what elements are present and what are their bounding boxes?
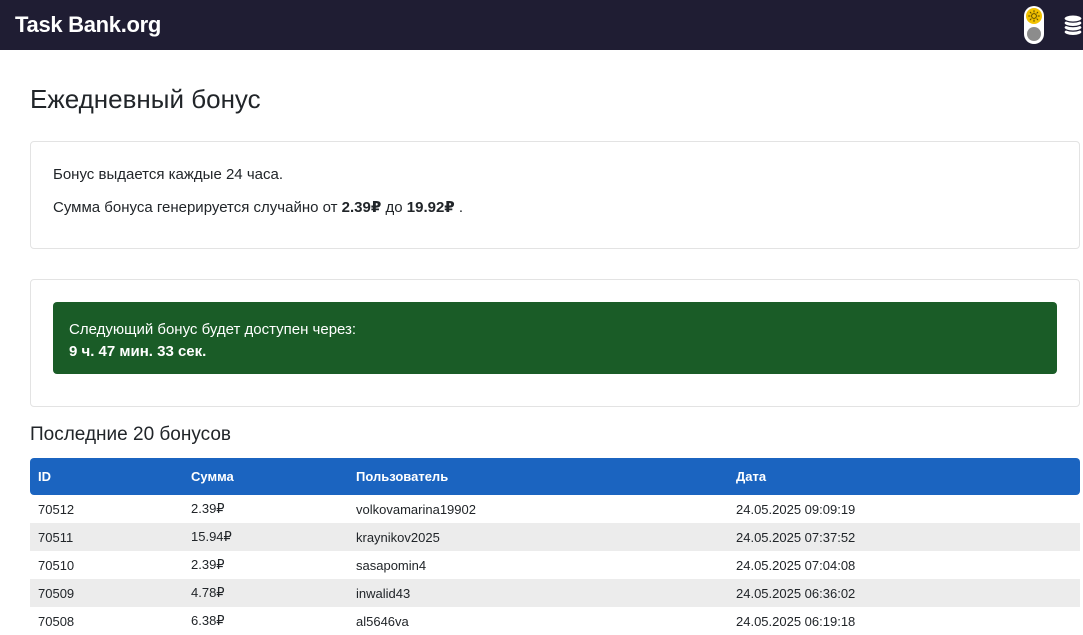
- cell-date: 24.05.2025 07:04:08: [736, 557, 856, 573]
- bonus-range-prefix: Сумма бонуса генерируется случайно от: [53, 199, 338, 216]
- recent-bonuses-table: ID Сумма Пользователь Дата 70512 2.39₽ v…: [30, 458, 1080, 635]
- bonus-interval-text: Бонус выдается каждые 24 часа.: [53, 166, 283, 183]
- cell-amount: 4.78₽: [191, 585, 225, 600]
- recent-bonuses-title: Последние 20 бонусов: [30, 424, 232, 445]
- cell-amount: 6.38₽: [191, 613, 225, 628]
- table-row: 70508 6.38₽ al5646va 24.05.2025 06:19:18: [30, 607, 1080, 635]
- bonus-min-amount: 2.39₽: [341, 199, 382, 216]
- cell-user: volkovamarina19902: [356, 501, 476, 517]
- sun-icon: [1026, 8, 1042, 24]
- cell-user: al5646va: [356, 613, 409, 629]
- cell-amount: 2.39₽: [191, 501, 225, 516]
- cell-amount: 15.94₽: [191, 529, 232, 544]
- table-header: ID Сумма Пользователь Дата: [30, 458, 1080, 495]
- cell-date: 24.05.2025 06:36:02: [736, 585, 856, 601]
- cell-date: 24.05.2025 09:09:19: [736, 501, 856, 517]
- column-header-date: Дата: [736, 469, 767, 484]
- cell-id: 70508: [38, 613, 75, 629]
- bonus-timer-card: Следующий бонус будет доступен через: 9 …: [30, 279, 1080, 407]
- bonus-range-text: Сумма бонуса генерируется случайно от 2.…: [53, 198, 463, 216]
- next-bonus-label: Следующий бонус будет доступен через:: [69, 321, 357, 338]
- next-bonus-alert: Следующий бонус будет доступен через: 9 …: [53, 302, 1057, 374]
- column-header-amount: Сумма: [191, 469, 234, 484]
- column-header-user: Пользователь: [356, 469, 449, 484]
- bonus-range-middle: до: [385, 199, 403, 216]
- cell-amount: 2.39₽: [191, 557, 225, 572]
- table-body: 70512 2.39₽ volkovamarina19902 24.05.202…: [30, 495, 1080, 635]
- cell-id: 70510: [38, 557, 75, 573]
- cell-id: 70509: [38, 585, 75, 601]
- bonus-range-suffix: .: [458, 199, 464, 216]
- coins-icon[interactable]: [1062, 12, 1083, 38]
- page-title: Ежедневный бонус: [30, 84, 261, 114]
- table-row: 70510 2.39₽ sasapomin4 24.05.2025 07:04:…: [30, 551, 1080, 579]
- table-row: 70511 15.94₽ kraynikov2025 24.05.2025 07…: [30, 523, 1080, 551]
- cell-id: 70511: [38, 529, 74, 545]
- cell-user: kraynikov2025: [356, 529, 440, 545]
- cell-id: 70512: [38, 501, 75, 517]
- navbar: Task Bank.org: [0, 0, 1083, 50]
- table-header-row: ID Сумма Пользователь Дата: [30, 458, 1080, 495]
- toggle-off-knob: [1027, 27, 1041, 41]
- table-row: 70512 2.39₽ volkovamarina19902 24.05.202…: [30, 495, 1080, 523]
- column-header-id: ID: [38, 469, 51, 484]
- cell-date: 24.05.2025 06:19:18: [736, 613, 856, 629]
- cell-user: sasapomin4: [356, 557, 427, 573]
- table-row: 70509 4.78₽ inwalid43 24.05.2025 06:36:0…: [30, 579, 1080, 607]
- cell-user: inwalid43: [356, 585, 411, 601]
- bonus-max-amount: 19.92₽: [406, 199, 455, 216]
- brand-logo-link[interactable]: Task Bank.org: [15, 12, 161, 38]
- cell-date: 24.05.2025 07:37:52: [736, 529, 856, 545]
- next-bonus-countdown: 9 ч. 47 мин. 33 сек.: [69, 343, 207, 360]
- bonus-info-card: Бонус выдается каждые 24 часа. Сумма бон…: [30, 141, 1080, 249]
- theme-toggle[interactable]: [1024, 6, 1044, 44]
